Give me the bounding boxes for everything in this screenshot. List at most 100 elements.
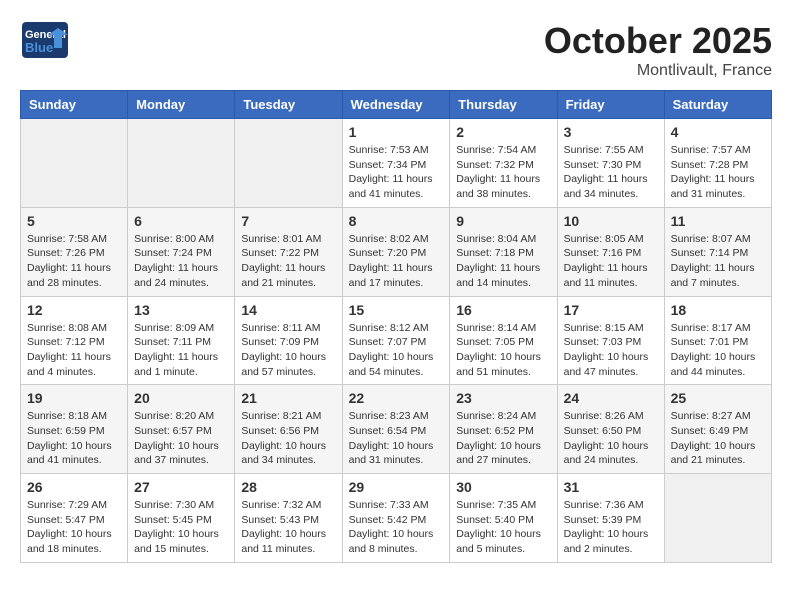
day-number: 5 (27, 213, 121, 229)
logo-icon: General Blue (20, 20, 70, 60)
day-number: 15 (349, 302, 444, 318)
calendar-cell-2-4: 8Sunrise: 8:02 AM Sunset: 7:20 PM Daylig… (342, 207, 450, 296)
day-info: Sunrise: 8:23 AM Sunset: 6:54 PM Dayligh… (349, 409, 444, 468)
calendar-cell-3-1: 12 Sunrise: 8:08 AM Sunset: 7:12 PM Dayli… (21, 296, 128, 385)
day-info: Sunrise: 7:57 AM Sunset: 7:28 PM Dayligh… (671, 143, 765, 202)
day-number: 18 (671, 302, 765, 318)
day-number: 14 (241, 302, 335, 318)
day-number: 11 (671, 213, 765, 229)
day-info: Sunrise: 7:35 AM Sunset: 5:40 PM Dayligh… (456, 498, 550, 557)
calendar-cell-1-4: 1 Sunrise: 7:53 AM Sunset: 7:34 PM Daylig… (342, 119, 450, 208)
calendar-cell-2-2: 6 Sunrise: 8:00 AM Sunset: 7:24 PM Daylig… (128, 207, 235, 296)
day-number: 25 (671, 390, 765, 406)
calendar-cell-1-6: 3 Sunrise: 7:55 AM Sunset: 7:30 PM Daylig… (557, 119, 664, 208)
day-number: 10 (564, 213, 658, 229)
day-info: Sunrise: 8:21 AM Sunset: 6:56 PM Dayligh… (241, 409, 335, 468)
day-info: Sunrise: 8:12 AM Sunset: 7:07 PM Dayligh… (349, 321, 444, 380)
calendar-week-row-1: 1 Sunrise: 7:53 AM Sunset: 7:34 PM Daylig… (21, 119, 772, 208)
calendar-table: SundayMondayTuesdayWednesdayThursdayFrid… (20, 90, 772, 563)
weekday-header-thursday: Thursday (450, 91, 557, 119)
calendar-cell-1-3 (235, 119, 342, 208)
day-number: 30 (456, 479, 550, 495)
day-info: Sunrise: 7:53 AM Sunset: 7:34 PM Dayligh… (349, 143, 444, 202)
day-info: Sunrise: 7:29 AM Sunset: 5:47 PM Dayligh… (27, 498, 121, 557)
weekday-header-saturday: Saturday (664, 91, 771, 119)
weekday-header-monday: Monday (128, 91, 235, 119)
day-info: Sunrise: 7:36 AM Sunset: 5:39 PM Dayligh… (564, 498, 658, 557)
day-number: 27 (134, 479, 228, 495)
day-number: 23 (456, 390, 550, 406)
day-number: 7 (241, 213, 335, 229)
day-info: Sunrise: 8:24 AM Sunset: 6:52 PM Dayligh… (456, 409, 550, 468)
day-info: Sunrise: 7:33 AM Sunset: 5:42 PM Dayligh… (349, 498, 444, 557)
day-info: Sunrise: 8:08 AM Sunset: 7:12 PM Dayligh… (27, 321, 121, 380)
calendar-cell-4-2: 20 Sunrise: 8:20 AM Sunset: 6:57 PM Dayli… (128, 385, 235, 474)
day-info: Sunrise: 8:15 AM Sunset: 7:03 PM Dayligh… (564, 321, 658, 380)
calendar-cell-3-4: 15 Sunrise: 8:12 AM Sunset: 7:07 PM Dayli… (342, 296, 450, 385)
day-number: 28 (241, 479, 335, 495)
calendar-cell-4-1: 19Sunrise: 8:18 AM Sunset: 6:59 PM Dayli… (21, 385, 128, 474)
day-number: 9 (456, 213, 550, 229)
day-info: Sunrise: 8:26 AM Sunset: 6:50 PM Dayligh… (564, 409, 658, 468)
calendar-cell-5-7 (664, 474, 771, 563)
calendar-cell-4-5: 23 Sunrise: 8:24 AM Sunset: 6:52 PM Dayli… (450, 385, 557, 474)
day-number: 4 (671, 124, 765, 140)
day-info: Sunrise: 8:09 AM Sunset: 7:11 PM Dayligh… (134, 321, 228, 380)
day-number: 26 (27, 479, 121, 495)
day-number: 6 (134, 213, 228, 229)
day-info: Sunrise: 8:07 AM Sunset: 7:14 PM Dayligh… (671, 232, 765, 291)
calendar-cell-2-6: 10 Sunrise: 8:05 AM Sunset: 7:16 PM Dayli… (557, 207, 664, 296)
calendar-cell-1-1 (21, 119, 128, 208)
day-info: Sunrise: 8:20 AM Sunset: 6:57 PM Dayligh… (134, 409, 228, 468)
day-info: Sunrise: 7:32 AM Sunset: 5:43 PM Dayligh… (241, 498, 335, 557)
weekday-header-sunday: Sunday (21, 91, 128, 119)
day-info: Sunrise: 8:04 AM Sunset: 7:18 PM Dayligh… (456, 232, 550, 291)
page-header: General Blue October 2025 Montlivault, F… (20, 20, 772, 80)
day-info: Sunrise: 8:27 AM Sunset: 6:49 PM Dayligh… (671, 409, 765, 468)
calendar-cell-5-6: 31 Sunrise: 7:36 AM Sunset: 5:39 PM Dayli… (557, 474, 664, 563)
weekday-header-friday: Friday (557, 91, 664, 119)
svg-text:Blue: Blue (25, 40, 53, 55)
calendar-cell-5-3: 28 Sunrise: 7:32 AM Sunset: 5:43 PM Dayli… (235, 474, 342, 563)
day-info: Sunrise: 7:55 AM Sunset: 7:30 PM Dayligh… (564, 143, 658, 202)
calendar-cell-1-5: 2Sunrise: 7:54 AM Sunset: 7:32 PM Daylig… (450, 119, 557, 208)
calendar-cell-1-7: 4 Sunrise: 7:57 AM Sunset: 7:28 PM Daylig… (664, 119, 771, 208)
calendar-cell-4-7: 25 Sunrise: 8:27 AM Sunset: 6:49 PM Dayli… (664, 385, 771, 474)
day-info: Sunrise: 8:18 AM Sunset: 6:59 PM Dayligh… (27, 409, 121, 468)
calendar-cell-2-5: 9 Sunrise: 8:04 AM Sunset: 7:18 PM Daylig… (450, 207, 557, 296)
day-number: 20 (134, 390, 228, 406)
day-info: Sunrise: 8:05 AM Sunset: 7:16 PM Dayligh… (564, 232, 658, 291)
day-info: Sunrise: 7:54 AM Sunset: 7:32 PM Dayligh… (456, 143, 550, 202)
day-info: Sunrise: 7:30 AM Sunset: 5:45 PM Dayligh… (134, 498, 228, 557)
calendar-week-row-2: 5Sunrise: 7:58 AM Sunset: 7:26 PM Daylig… (21, 207, 772, 296)
day-info: Sunrise: 8:11 AM Sunset: 7:09 PM Dayligh… (241, 321, 335, 380)
calendar-cell-4-4: 22 Sunrise: 8:23 AM Sunset: 6:54 PM Dayli… (342, 385, 450, 474)
day-info: Sunrise: 8:00 AM Sunset: 7:24 PM Dayligh… (134, 232, 228, 291)
day-info: Sunrise: 8:01 AM Sunset: 7:22 PM Dayligh… (241, 232, 335, 291)
weekday-header-tuesday: Tuesday (235, 91, 342, 119)
calendar-cell-3-7: 18 Sunrise: 8:17 AM Sunset: 7:01 PM Dayli… (664, 296, 771, 385)
calendar-cell-2-1: 5Sunrise: 7:58 AM Sunset: 7:26 PM Daylig… (21, 207, 128, 296)
day-number: 13 (134, 302, 228, 318)
title-block: October 2025 Montlivault, France (544, 20, 772, 80)
calendar-cell-5-4: 29Sunrise: 7:33 AM Sunset: 5:42 PM Dayli… (342, 474, 450, 563)
weekday-header-wednesday: Wednesday (342, 91, 450, 119)
day-number: 22 (349, 390, 444, 406)
day-number: 24 (564, 390, 658, 406)
calendar-cell-2-7: 11 Sunrise: 8:07 AM Sunset: 7:14 PM Dayli… (664, 207, 771, 296)
calendar-cell-2-3: 7 Sunrise: 8:01 AM Sunset: 7:22 PM Daylig… (235, 207, 342, 296)
day-number: 31 (564, 479, 658, 495)
day-info: Sunrise: 8:17 AM Sunset: 7:01 PM Dayligh… (671, 321, 765, 380)
day-number: 3 (564, 124, 658, 140)
day-number: 16 (456, 302, 550, 318)
location: Montlivault, France (544, 62, 772, 80)
calendar-cell-3-5: 16Sunrise: 8:14 AM Sunset: 7:05 PM Dayli… (450, 296, 557, 385)
day-info: Sunrise: 8:02 AM Sunset: 7:20 PM Dayligh… (349, 232, 444, 291)
calendar-week-row-5: 26 Sunrise: 7:29 AM Sunset: 5:47 PM Dayli… (21, 474, 772, 563)
day-number: 1 (349, 124, 444, 140)
calendar-cell-4-6: 24 Sunrise: 8:26 AM Sunset: 6:50 PM Dayli… (557, 385, 664, 474)
day-number: 17 (564, 302, 658, 318)
calendar-cell-3-6: 17 Sunrise: 8:15 AM Sunset: 7:03 PM Dayli… (557, 296, 664, 385)
day-number: 12 (27, 302, 121, 318)
calendar-week-row-3: 12 Sunrise: 8:08 AM Sunset: 7:12 PM Dayli… (21, 296, 772, 385)
